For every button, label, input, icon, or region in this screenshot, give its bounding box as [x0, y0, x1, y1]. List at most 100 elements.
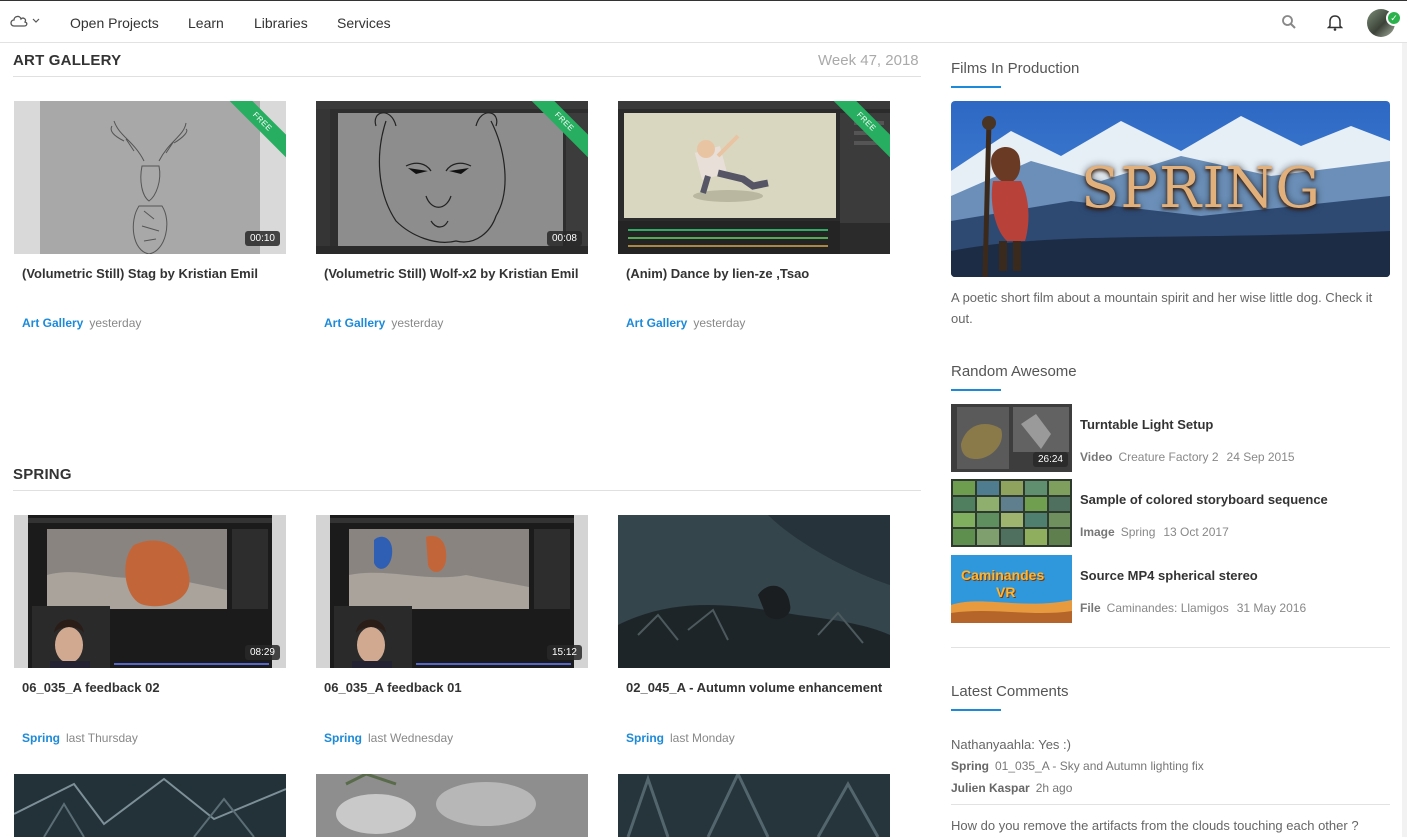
- storyboard-thumbnail[interactable]: [951, 479, 1072, 547]
- card-title[interactable]: (Anim) Dance by lien-ze ,Tsao: [626, 263, 884, 284]
- week-label: Week 47, 2018: [818, 52, 919, 69]
- divider: [951, 804, 1390, 805]
- card-title[interactable]: 06_035_A feedback 02: [22, 677, 280, 698]
- duration-badge: 00:10: [244, 231, 280, 246]
- comment-author-line: Julien Kaspar 2h ago: [951, 781, 1072, 795]
- duration-badge: 15:12: [546, 645, 582, 660]
- chevron-down-icon: [32, 18, 40, 23]
- stag-thumbnail[interactable]: FREE 00:10: [14, 101, 286, 254]
- search-icon[interactable]: [1281, 14, 1297, 30]
- films-in-production-heading: Films In Production: [951, 60, 1080, 77]
- random-item-meta: File Caminandes: Llamigos 31 May 2016: [1080, 601, 1307, 615]
- timestamp: last Monday: [670, 731, 735, 745]
- nav-libraries[interactable]: Libraries: [254, 15, 308, 31]
- asset-card[interactable]: FREE 00:10 (Volumetric Still) Stag by Kr…: [14, 101, 287, 341]
- nav-open-projects[interactable]: Open Projects: [70, 15, 159, 31]
- comment-context: Spring 01_035_A - Sky and Autumn lighting…: [951, 759, 1204, 773]
- caminandes-vr-thumbnail[interactable]: Caminandes VR: [951, 555, 1072, 623]
- card-meta: Art Gallery yesterday: [324, 316, 443, 330]
- heading-underline: [951, 709, 1001, 711]
- spring-film-banner[interactable]: SPRING: [951, 101, 1390, 277]
- film-description: A poetic short film about a mountain spi…: [951, 290, 1373, 326]
- project-link[interactable]: Spring: [22, 731, 60, 745]
- random-item[interactable]: Caminandes VR Source MP4 spherical stere…: [951, 555, 1391, 623]
- divider: [13, 490, 921, 491]
- timestamp: last Thursday: [66, 731, 138, 745]
- latest-comments-heading: Latest Comments: [951, 683, 1069, 700]
- asset-card[interactable]: FREE 00:08 (Volumetric Still) Wolf-x2 by…: [316, 101, 589, 341]
- timestamp: yesterday: [693, 316, 746, 330]
- card-meta: Spring last Wednesday: [324, 731, 453, 745]
- autumn-volume-thumbnail[interactable]: [618, 515, 890, 668]
- dance-thumbnail[interactable]: FREE: [618, 101, 890, 254]
- dark-forest-icon: [618, 774, 890, 837]
- timestamp: yesterday: [391, 316, 444, 330]
- feedback-01-thumbnail[interactable]: 15:12: [316, 515, 588, 668]
- card-meta: Spring last Thursday: [22, 731, 138, 745]
- project-link[interactable]: Spring: [626, 731, 664, 745]
- partial-thumbnail[interactable]: [14, 774, 286, 837]
- comment-text[interactable]: How do you remove the artifacts from the…: [951, 818, 1359, 833]
- project-link[interactable]: Art Gallery: [22, 316, 83, 330]
- random-item-meta: Image Spring 13 Oct 2017: [1080, 525, 1229, 539]
- turntable-thumbnail[interactable]: 26:24: [951, 404, 1072, 472]
- asset-card[interactable]: 02_045_A - Autumn volume enhancement Spr…: [618, 515, 891, 755]
- duration-badge: 00:08: [546, 231, 582, 246]
- heading-underline: [951, 86, 1001, 88]
- bell-icon[interactable]: [1327, 14, 1343, 31]
- vr-logo-text: VR: [996, 584, 1016, 600]
- comment-asset[interactable]: 01_035_A - Sky and Autumn lighting fix: [995, 759, 1204, 773]
- project-link[interactable]: Art Gallery: [324, 316, 385, 330]
- card-meta: Art Gallery yesterday: [626, 316, 745, 330]
- forest-branches-icon: [14, 774, 286, 837]
- wolf-thumbnail[interactable]: FREE 00:08: [316, 101, 588, 254]
- comment-text[interactable]: Nathanyaahla: Yes :): [951, 737, 1071, 752]
- spring-heading: SPRING: [13, 466, 72, 483]
- heading-underline: [951, 389, 1001, 391]
- duration-badge: 08:29: [244, 645, 280, 660]
- card-title[interactable]: 06_035_A feedback 01: [324, 677, 582, 698]
- cloud-icon: [10, 15, 28, 27]
- timestamp: last Wednesday: [368, 731, 454, 745]
- card-title[interactable]: (Volumetric Still) Stag by Kristian Emil: [22, 263, 280, 284]
- asset-card[interactable]: FREE (Anim) Dance by lien-ze ,Tsao Art G…: [618, 101, 891, 341]
- top-navbar: Open Projects Learn Libraries Services ✓: [0, 0, 1407, 43]
- project-link[interactable]: Art Gallery: [626, 316, 687, 330]
- feedback-02-thumbnail[interactable]: 08:29: [14, 515, 286, 668]
- card-meta: Spring last Monday: [626, 731, 735, 745]
- nav-services[interactable]: Services: [337, 15, 391, 31]
- random-awesome-heading: Random Awesome: [951, 363, 1077, 380]
- partial-thumbnail[interactable]: [316, 774, 588, 837]
- partial-thumbnail[interactable]: [618, 774, 890, 837]
- card-title[interactable]: 02_045_A - Autumn volume enhancement: [626, 677, 884, 698]
- duration-badge: 26:24: [1032, 452, 1068, 467]
- cloud-logo-menu[interactable]: [9, 13, 40, 29]
- card-meta: Art Gallery yesterday: [22, 316, 141, 330]
- timestamp: yesterday: [89, 316, 142, 330]
- art-gallery-heading: ART GALLERY: [13, 52, 122, 69]
- random-item-title[interactable]: Turntable Light Setup: [1080, 417, 1213, 432]
- asset-card[interactable]: 15:12 06_035_A feedback 01 Spring last We…: [316, 515, 589, 755]
- comment-project[interactable]: Spring: [951, 759, 989, 773]
- divider: [13, 76, 921, 77]
- snowy-rocks-icon: [316, 774, 588, 837]
- project-link[interactable]: Spring: [324, 731, 362, 745]
- random-item[interactable]: Sample of colored storyboard sequence Im…: [951, 479, 1391, 547]
- spring-logo-text: SPRING: [1081, 156, 1322, 221]
- nav-learn[interactable]: Learn: [188, 15, 224, 31]
- comment-time: 2h ago: [1035, 781, 1073, 795]
- card-title[interactable]: (Volumetric Still) Wolf-x2 by Kristian E…: [324, 263, 582, 284]
- forest-scene-icon: [618, 515, 890, 668]
- caminandes-logo-text: Caminandes: [961, 567, 1045, 583]
- divider: [951, 647, 1390, 648]
- scrollbar[interactable]: [1402, 43, 1407, 837]
- random-item[interactable]: 26:24 Turntable Light Setup Video Creatur…: [951, 404, 1391, 472]
- random-item-title[interactable]: Source MP4 spherical stereo: [1080, 568, 1258, 583]
- asset-card[interactable]: 08:29 06_035_A feedback 02 Spring last Th…: [14, 515, 287, 755]
- dance-scene-icon: [618, 101, 890, 254]
- random-item-title[interactable]: Sample of colored storyboard sequence: [1080, 492, 1328, 507]
- storyboard-grid-icon: [951, 479, 1072, 547]
- random-item-meta: Video Creature Factory 2 24 Sep 2015: [1080, 450, 1295, 464]
- check-icon: ✓: [1386, 10, 1402, 26]
- comment-author[interactable]: Julien Kaspar: [951, 781, 1030, 795]
